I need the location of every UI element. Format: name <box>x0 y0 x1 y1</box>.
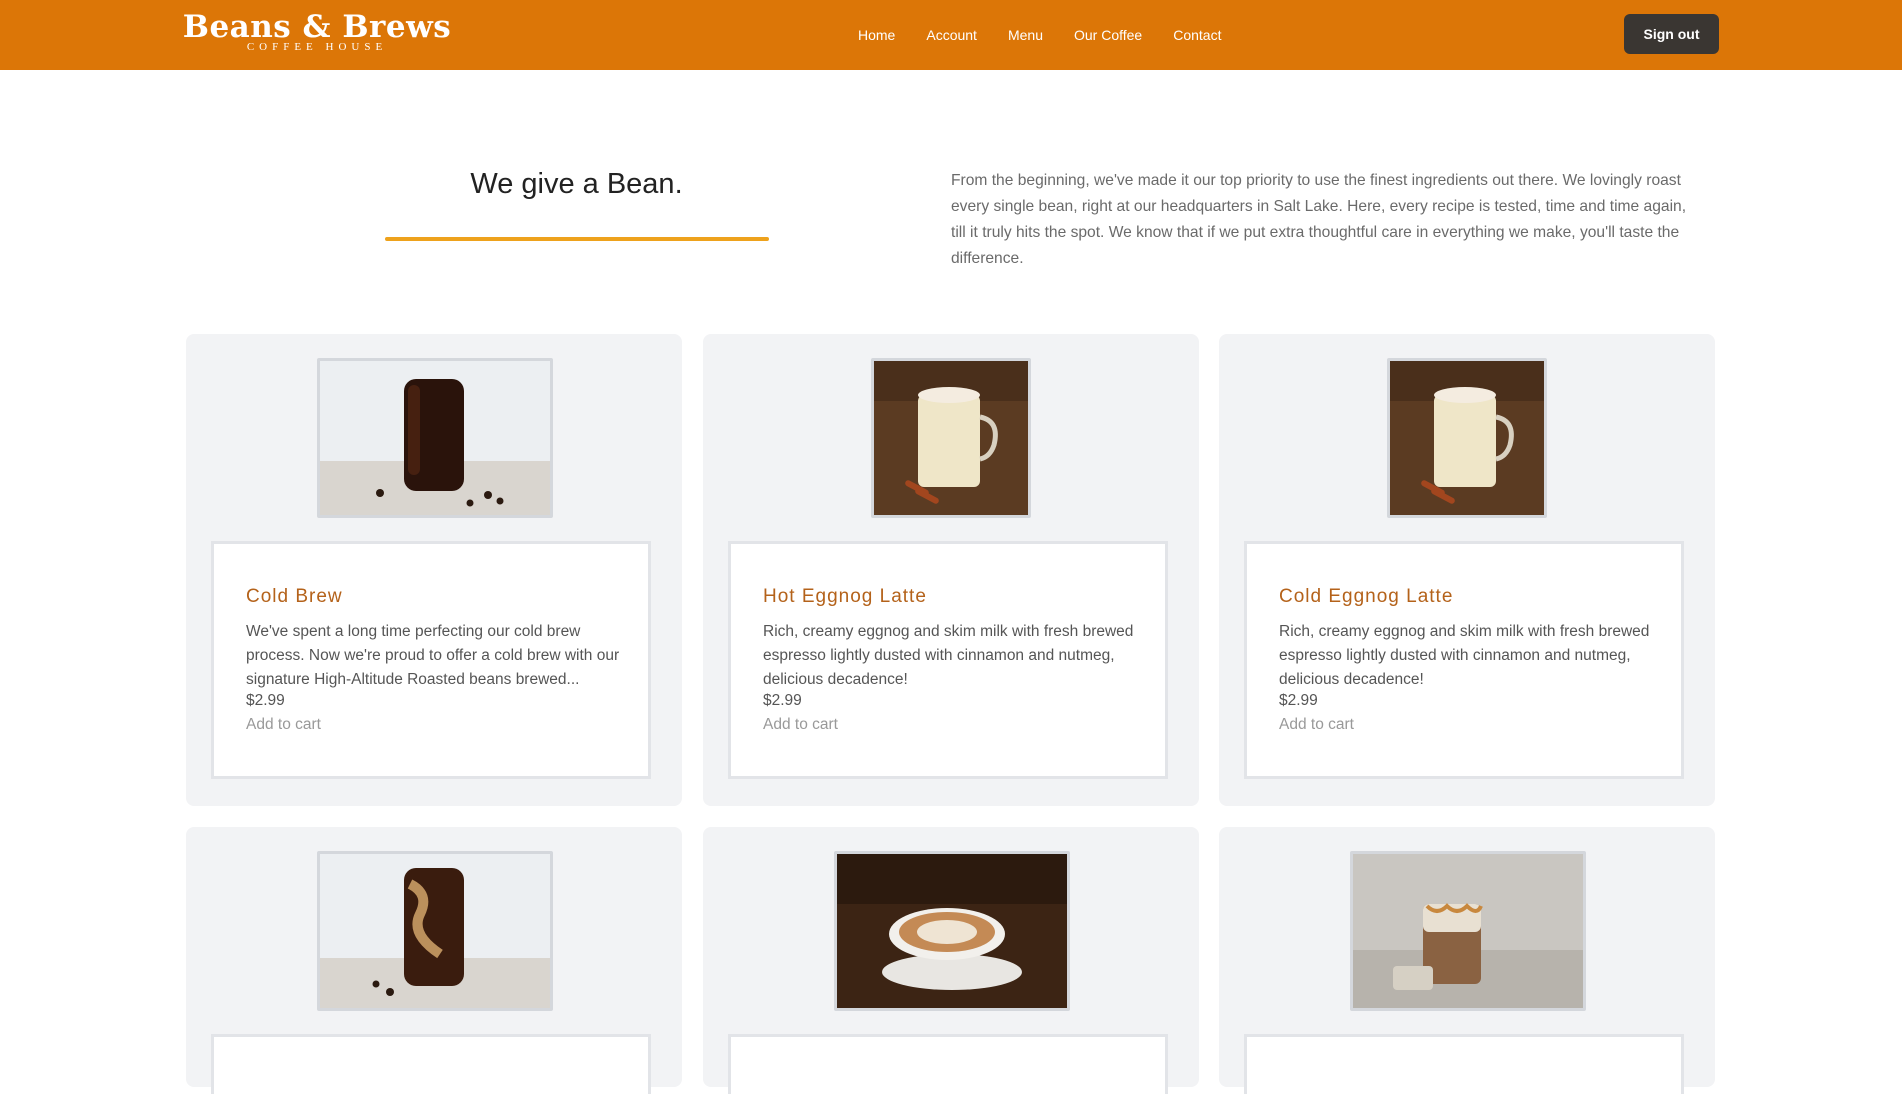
top-nav-bar: Beans & Brews COFFEE HOUSE Home Account … <box>0 0 1902 70</box>
cold-eggnog-latte-photo[interactable] <box>1387 358 1547 518</box>
product-description: We've spent a long time perfecting our c… <box>246 623 620 688</box>
product-card <box>1219 827 1715 1094</box>
product-title: Cold Eggnog Latte <box>1279 586 1454 607</box>
hot-eggnog-latte-photo[interactable] <box>871 358 1031 518</box>
caramel-macchiato-photo[interactable] <box>1350 851 1586 1011</box>
product-price: $2.99 <box>246 692 285 709</box>
cold-brew-photo[interactable] <box>317 358 553 518</box>
product-price: $2.99 <box>763 692 802 709</box>
product-info-panel <box>1244 1034 1684 1094</box>
product-info-panel: Cold Eggnog Latte Rich, creamy eggnog an… <box>1244 541 1684 779</box>
heading-underline <box>385 237 769 241</box>
nav-link-menu[interactable]: Menu <box>1008 27 1043 43</box>
product-info-panel: Cold Brew We've spent a long time perfec… <box>211 541 651 779</box>
product-description: Rich, creamy eggnog and skim milk with f… <box>763 623 1134 688</box>
nav-link-account[interactable]: Account <box>926 27 977 43</box>
add-to-cart-link[interactable]: Add to cart <box>1279 716 1354 734</box>
cappuccino-photo[interactable] <box>834 851 1070 1011</box>
intro-paragraph: From the beginning, we've made it our to… <box>951 172 1687 267</box>
product-title: Hot Eggnog Latte <box>763 586 927 607</box>
main-nav: Home Account Menu Our Coffee Contact <box>858 0 1252 70</box>
brand-logo[interactable]: Beans & Brews COFFEE HOUSE <box>182 12 452 54</box>
product-description: Rich, creamy eggnog and skim milk with f… <box>1279 623 1650 688</box>
product-card-hot-eggnog-latte: Hot Eggnog Latte Rich, creamy eggnog and… <box>703 334 1199 806</box>
iced-coffee-photo[interactable] <box>317 851 553 1011</box>
nav-link-our-coffee[interactable]: Our Coffee <box>1074 27 1142 43</box>
product-card-cold-brew: Cold Brew We've spent a long time perfec… <box>186 334 682 806</box>
add-to-cart-link[interactable]: Add to cart <box>246 716 321 734</box>
nav-link-home[interactable]: Home <box>858 27 895 43</box>
logo-wordmark: Beans & Brews <box>182 9 452 45</box>
product-card <box>703 827 1199 1094</box>
product-card-cold-eggnog-latte: Cold Eggnog Latte Rich, creamy eggnog an… <box>1219 334 1715 806</box>
product-card <box>186 827 682 1094</box>
sign-out-button[interactable]: Sign out <box>1624 14 1719 54</box>
nav-link-contact[interactable]: Contact <box>1173 27 1221 43</box>
intro-heading: We give a Bean. <box>470 168 683 200</box>
product-info-panel <box>728 1034 1168 1094</box>
product-info-panel: Hot Eggnog Latte Rich, creamy eggnog and… <box>728 541 1168 779</box>
product-title: Cold Brew <box>246 586 343 607</box>
product-price: $2.99 <box>1279 692 1318 709</box>
product-info-panel <box>211 1034 651 1094</box>
add-to-cart-link[interactable]: Add to cart <box>763 716 838 734</box>
